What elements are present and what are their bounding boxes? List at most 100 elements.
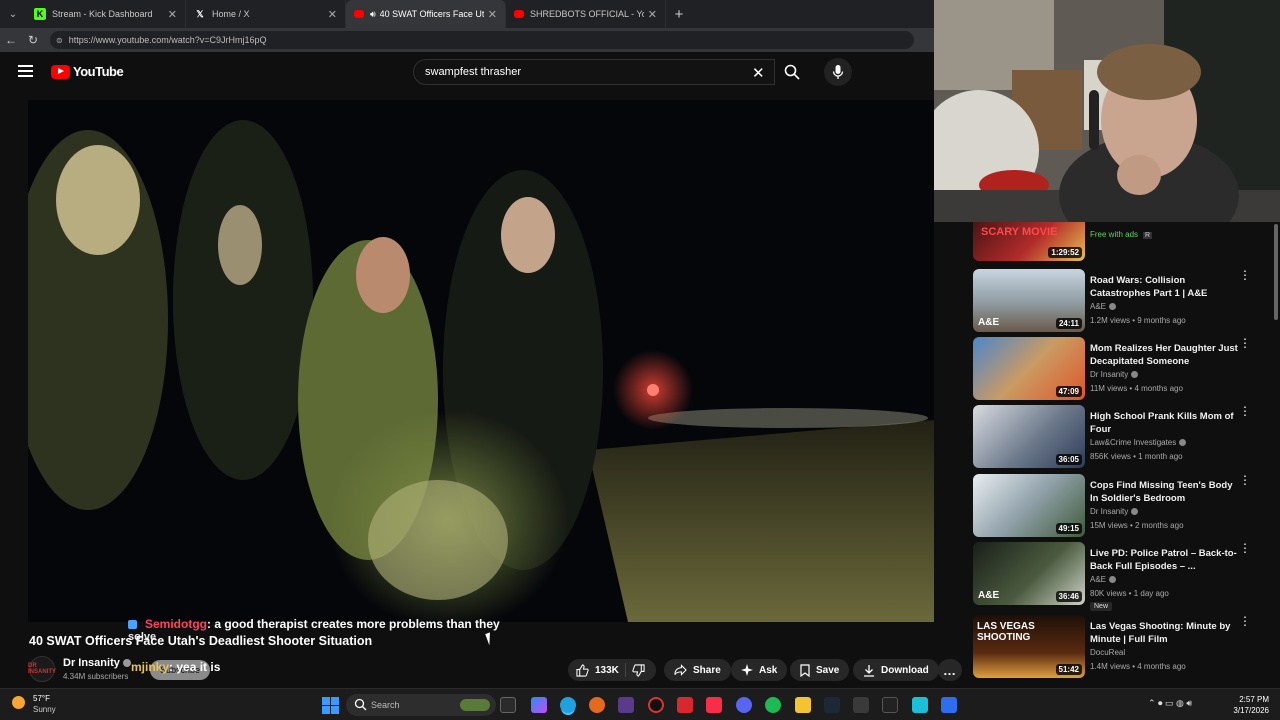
chat-overlay-message-2: mjinky: yea it is: [131, 660, 220, 674]
app-dark-icon[interactable]: [882, 697, 898, 713]
chat-username-2: mjinky: [131, 660, 170, 674]
webcam-frame: [934, 0, 1280, 222]
tab-x-home[interactable]: 𝕏 Home / X ✕: [186, 0, 346, 28]
close-icon[interactable]: ✕: [328, 8, 337, 21]
steam-icon[interactable]: [824, 697, 840, 713]
copilot-icon[interactable]: [531, 697, 547, 713]
address-bar[interactable]: ⊜ https://www.youtube.com/watch?v=C9JrHm…: [50, 31, 914, 49]
recommendation-channel[interactable]: A&E: [1090, 575, 1117, 584]
recommendation-channel[interactable]: DocuReal: [1090, 648, 1125, 657]
like-button[interactable]: 133K: [568, 663, 626, 677]
task-view-icon[interactable]: [500, 697, 516, 713]
video-thumbnail[interactable]: 49:15: [973, 474, 1085, 537]
recommendation-item[interactable]: A&E 24:11 Road Wars: Collision Catastrop…: [973, 269, 1273, 333]
clear-search-icon[interactable]: ✕: [752, 64, 765, 82]
recommendation-title: Road Wars: Collision Catastrophes Part 1…: [1090, 275, 1208, 299]
close-icon[interactable]: ✕: [168, 8, 177, 21]
duration-badge: 1:29:52: [1048, 247, 1082, 258]
share-button[interactable]: Share: [664, 659, 731, 681]
fx-icon[interactable]: [941, 697, 957, 713]
search-input[interactable]: swampfest thrasher: [413, 59, 775, 85]
search-button[interactable]: [776, 59, 808, 85]
close-icon[interactable]: ✕: [488, 8, 497, 21]
more-options-icon[interactable]: ⋮: [1239, 542, 1251, 554]
weather-widget[interactable]: 57°F Sunny: [12, 693, 56, 715]
app-gray-icon[interactable]: [853, 697, 869, 713]
more-actions-button[interactable]: …: [938, 659, 962, 681]
verified-icon: [1109, 576, 1117, 584]
app-red-icon[interactable]: [677, 697, 693, 713]
edge-icon[interactable]: [560, 697, 576, 713]
new-tab-button[interactable]: +: [666, 6, 692, 23]
recommendation-channel[interactable]: Dr Insanity: [1090, 507, 1139, 516]
video-thumbnail[interactable]: A&E 36:46: [973, 542, 1085, 605]
video-player[interactable]: [28, 100, 934, 622]
video-thumbnail[interactable]: 36:05: [973, 405, 1085, 468]
download-button[interactable]: Download: [853, 659, 939, 681]
recommendation-item[interactable]: 47:09 Mom Realizes Her Daughter Just Dec…: [973, 337, 1273, 401]
save-button[interactable]: Save: [790, 659, 850, 681]
chat-username: Semidotgg: [145, 617, 207, 631]
app-icon[interactable]: [618, 697, 634, 713]
recommendations-sidebar: SCARY MOVIE 1:29:52 Free with ads R A&E 2…: [964, 222, 1280, 688]
free-with-ads-label: Free with ads R: [1090, 230, 1153, 239]
channel-name[interactable]: Dr Insanity: [63, 657, 131, 669]
dislike-button[interactable]: [626, 663, 656, 677]
video-thumbnail[interactable]: LAS VEGAS SHOOTING 51:42: [973, 615, 1085, 678]
more-options-icon[interactable]: ⋮: [1239, 405, 1251, 417]
tab-shredbots[interactable]: SHREDBOTS OFFICIAL - YouTube ✕: [506, 0, 666, 28]
speaker-icon[interactable]: 🔊︎: [370, 9, 376, 20]
system-tray[interactable]: ⌃ ⏺ ▭ ◍ 🔊︎: [1148, 698, 1192, 709]
chat-message-2: : yea it is: [169, 660, 221, 674]
recommendation-item[interactable]: 49:15 Cops Find Missing Teen's Body In S…: [973, 474, 1273, 538]
video-thumbnail[interactable]: 47:09: [973, 337, 1085, 400]
reload-button[interactable]: ↻: [22, 33, 44, 47]
more-options-icon[interactable]: ⋮: [1239, 337, 1251, 349]
video-thumbnail[interactable]: A&E 24:11: [973, 269, 1085, 332]
youtube-logo[interactable]: YouTube: [51, 64, 124, 79]
recommendation-item[interactable]: LAS VEGAS SHOOTING 51:42 Las Vegas Shoot…: [973, 615, 1273, 679]
tab-kick-dashboard[interactable]: K Stream - Kick Dashboard ✕: [26, 0, 186, 28]
more-options-icon[interactable]: ⋮: [1239, 615, 1251, 627]
verified-icon: [1179, 439, 1187, 447]
back-button[interactable]: ←: [0, 33, 22, 47]
recommendation-channel[interactable]: Law&Crime Investigates: [1090, 438, 1187, 447]
youtube-header: YouTube swampfest thrasher ✕: [0, 52, 934, 94]
taskbar-search[interactable]: Search: [346, 694, 496, 716]
app-cyan-icon[interactable]: [912, 697, 928, 713]
discord-icon[interactable]: [736, 697, 752, 713]
site-info-icon[interactable]: ⊜: [56, 36, 63, 45]
ask-button[interactable]: Ask: [731, 659, 788, 681]
start-button[interactable]: [322, 697, 339, 714]
close-icon[interactable]: ✕: [648, 8, 657, 21]
browser-tab-bar: ⌄ K Stream - Kick Dashboard ✕ 𝕏 Home / X…: [0, 0, 934, 28]
tab-search-button[interactable]: ⌄: [0, 0, 26, 28]
chrome-icon[interactable]: [648, 697, 664, 713]
youtube-icon: [514, 10, 524, 18]
recommendation-item[interactable]: 36:05 High School Prank Kills Mom of Fou…: [973, 405, 1273, 469]
rating-badge: R: [1143, 232, 1153, 239]
tab-youtube-video[interactable]: 🔊︎ 40 SWAT Officers Face Utah's ✕: [346, 0, 506, 28]
file-explorer-icon[interactable]: [795, 697, 811, 713]
spotify-icon[interactable]: [765, 697, 781, 713]
voice-search-button[interactable]: [824, 58, 852, 86]
recommendation-item[interactable]: SCARY MOVIE 1:29:52 Free with ads R: [973, 222, 1273, 262]
recommendation-meta: 1.4M views • 4 months ago: [1090, 662, 1186, 671]
webcam-overlay: [934, 0, 1280, 222]
scrollbar-thumb[interactable]: [1274, 224, 1278, 320]
more-options-icon[interactable]: ⋮: [1239, 269, 1251, 281]
video-title: 40 SWAT Officers Face Utah's Deadliest S…: [29, 634, 373, 648]
menu-icon[interactable]: [18, 65, 33, 77]
duration-badge: 51:42: [1055, 664, 1082, 675]
recommendation-channel[interactable]: Dr Insanity: [1090, 370, 1139, 379]
more-options-icon[interactable]: ⋮: [1239, 474, 1251, 486]
recommendation-channel[interactable]: A&E: [1090, 302, 1117, 311]
firefox-icon[interactable]: [589, 697, 605, 713]
sidebar-scrollbar[interactable]: [1272, 222, 1280, 688]
music-icon[interactable]: [706, 697, 722, 713]
channel-avatar[interactable]: DR INSANITY: [28, 656, 56, 682]
clock[interactable]: 2:57 PM 3/17/2026: [1225, 694, 1269, 716]
video-thumbnail[interactable]: SCARY MOVIE 1:29:52: [973, 222, 1085, 261]
recommendation-item[interactable]: A&E 36:46 Live PD: Police Patrol – Back-…: [973, 542, 1273, 611]
like-dislike-group: 133K: [568, 659, 656, 681]
